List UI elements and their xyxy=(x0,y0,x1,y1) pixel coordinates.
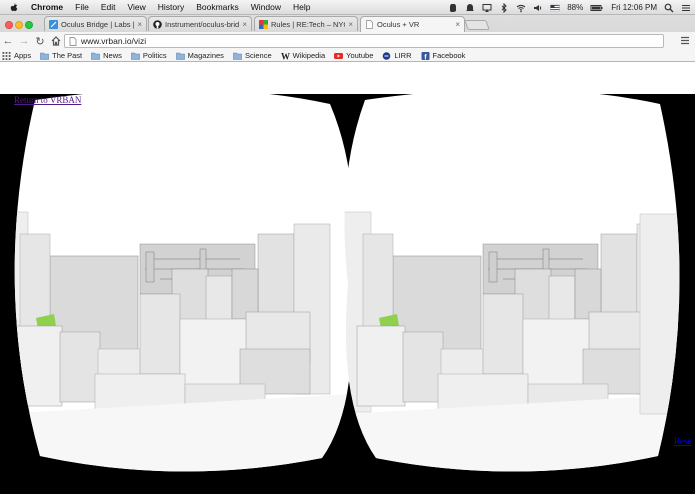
bookmark-label: Youtube xyxy=(346,51,374,60)
tab-title: Oculus + VR xyxy=(377,20,420,29)
bookmark-lirr[interactable]: LIRR xyxy=(382,51,412,60)
folder-icon xyxy=(131,52,140,60)
tab-title: Oculus Bridge | Labs | Inst xyxy=(61,19,134,29)
volume-icon[interactable] xyxy=(533,3,543,13)
lirr-icon xyxy=(383,51,391,60)
menu-file[interactable]: File xyxy=(69,0,95,15)
tab-close-icon[interactable]: × xyxy=(348,20,353,29)
tab-close-icon[interactable]: × xyxy=(242,20,247,29)
browser-toolbar: ← → ↻ www.vrban.io/vizi xyxy=(0,32,695,50)
bookmark-label: Facebook xyxy=(432,51,466,60)
bookmark-youtube[interactable]: Youtube xyxy=(334,51,373,60)
bookmark-facebook[interactable]: f Facebook xyxy=(421,51,466,60)
bookmark-science[interactable]: Science xyxy=(233,51,272,60)
tab-close-icon[interactable]: × xyxy=(455,20,460,29)
bookmarks-bar: Apps The Past News Politics Magazines Sc… xyxy=(0,50,695,62)
bookmark-label: Science xyxy=(244,51,272,60)
browser-chrome: Oculus Bridge | Labs | Inst × Instrument… xyxy=(0,15,695,62)
vr-stereo-canvas[interactable] xyxy=(0,94,695,494)
tab-close-icon[interactable]: × xyxy=(137,20,142,29)
menu-view[interactable]: View xyxy=(121,0,151,15)
flag-icon[interactable] xyxy=(550,3,560,13)
forward-arrow-icon[interactable]: → xyxy=(16,35,32,47)
tab-title: Rules | RE:Tech – NYC Rea xyxy=(271,19,345,29)
page-icon xyxy=(69,36,77,46)
bookmark-label: LIRR xyxy=(394,51,412,60)
bookmark-the-past[interactable]: The Past xyxy=(40,51,82,60)
window-close-button[interactable] xyxy=(5,21,13,29)
right-eye-view xyxy=(344,94,680,472)
window-zoom-button[interactable] xyxy=(25,21,33,29)
list-icon[interactable] xyxy=(681,3,691,13)
bookmark-label: The Past xyxy=(52,51,83,60)
page-content: Return to VRBAN Rese xyxy=(0,94,695,494)
macos-menu-bar: Chrome File Edit View History Bookmarks … xyxy=(0,0,695,15)
bookmark-news[interactable]: News xyxy=(91,51,122,60)
menu-edit[interactable]: Edit xyxy=(95,0,122,15)
retech-favicon xyxy=(259,19,268,29)
airplay-icon[interactable] xyxy=(482,3,492,13)
evernote-icon[interactable] xyxy=(448,3,458,13)
clock[interactable]: Fri 12:06 PM xyxy=(611,0,657,15)
tab-title: Instrument/oculus-bridge xyxy=(165,19,240,29)
corner-link[interactable]: Rese xyxy=(674,436,695,446)
wikipedia-icon: W xyxy=(281,52,290,60)
wifi-icon[interactable] xyxy=(516,3,526,13)
menu-help[interactable]: Help xyxy=(287,0,316,15)
labs-favicon xyxy=(49,19,58,29)
battery-icon[interactable] xyxy=(590,3,604,13)
menu-history[interactable]: History xyxy=(152,0,190,15)
youtube-icon xyxy=(334,52,344,59)
new-tab-button[interactable] xyxy=(464,20,490,30)
facebook-icon: f xyxy=(421,51,429,60)
page-favicon xyxy=(366,20,373,29)
battery-percent[interactable]: 88% xyxy=(567,0,583,15)
return-to-vrban-link[interactable]: Return to VRBAN xyxy=(14,95,81,105)
folder-icon xyxy=(175,52,185,60)
tab-oculus-vr[interactable]: Oculus + VR × xyxy=(360,16,465,32)
bookmark-label: Wikipedia xyxy=(292,51,326,60)
bookmark-label: News xyxy=(103,51,122,60)
svg-text:W: W xyxy=(281,52,290,60)
apps-grid-icon xyxy=(2,51,11,60)
reload-icon[interactable]: ↻ xyxy=(32,35,48,48)
back-arrow-icon[interactable]: ← xyxy=(0,35,16,47)
bookmark-apps[interactable]: Apps xyxy=(2,51,31,60)
folder-icon xyxy=(91,52,100,60)
bookmark-wikipedia[interactable]: W Wikipedia xyxy=(281,51,326,60)
bookmark-magazines[interactable]: Magazines xyxy=(175,51,224,60)
address-bar[interactable]: www.vrban.io/vizi xyxy=(64,34,664,48)
folder-icon xyxy=(233,52,242,60)
apple-icon[interactable] xyxy=(9,2,19,12)
bookmark-label: Apps xyxy=(14,51,32,60)
bookmark-label: Magazines xyxy=(187,51,224,60)
menu-window[interactable]: Window xyxy=(245,0,287,15)
menu-app-chrome[interactable]: Chrome xyxy=(25,0,69,15)
home-icon[interactable] xyxy=(51,36,61,46)
search-icon[interactable] xyxy=(664,3,674,13)
left-eye-view xyxy=(14,94,354,472)
menu-bookmarks[interactable]: Bookmarks xyxy=(190,0,245,15)
bluetooth-icon[interactable] xyxy=(499,2,509,13)
bell-icon[interactable] xyxy=(465,3,475,13)
address-url[interactable]: www.vrban.io/vizi xyxy=(81,36,146,46)
bookmark-label: Politics xyxy=(142,51,167,60)
tab-oculus-bridge-labs[interactable]: Oculus Bridge | Labs | Inst × xyxy=(44,16,147,31)
folder-icon xyxy=(40,52,49,60)
bookmark-politics[interactable]: Politics xyxy=(131,51,167,60)
chrome-menu-icon[interactable] xyxy=(680,36,690,45)
tab-github-oculus-bridge[interactable]: Instrument/oculus-bridge × xyxy=(148,16,252,31)
window-minimize-button[interactable] xyxy=(15,21,23,29)
tab-retech-rules[interactable]: Rules | RE:Tech – NYC Rea × xyxy=(254,16,358,31)
github-favicon xyxy=(153,19,162,29)
